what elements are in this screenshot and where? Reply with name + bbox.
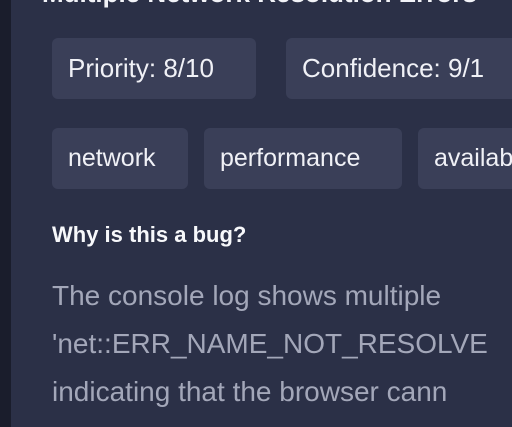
tag-availability: availab (418, 128, 512, 189)
confidence-badge: Confidence: 9/1 (286, 38, 512, 99)
tag-performance: performance (204, 128, 402, 189)
bug-title: Multiple Network Resolution Errors (42, 0, 477, 9)
sidebar-edge (0, 0, 11, 427)
tag-network: network (52, 128, 188, 189)
bug-report-page: Multiple Network Resolution Errors Prior… (0, 0, 512, 427)
bug-description: The console log shows multiple 'net::ERR… (52, 272, 512, 416)
why-bug-heading: Why is this a bug? (52, 222, 247, 247)
description-line: indicating that the browser cann (52, 376, 448, 407)
description-line: 'net::ERR_NAME_NOT_RESOLVE (52, 328, 488, 359)
description-line: The console log shows multiple (52, 280, 442, 311)
priority-badge: Priority: 8/10 (52, 38, 256, 99)
